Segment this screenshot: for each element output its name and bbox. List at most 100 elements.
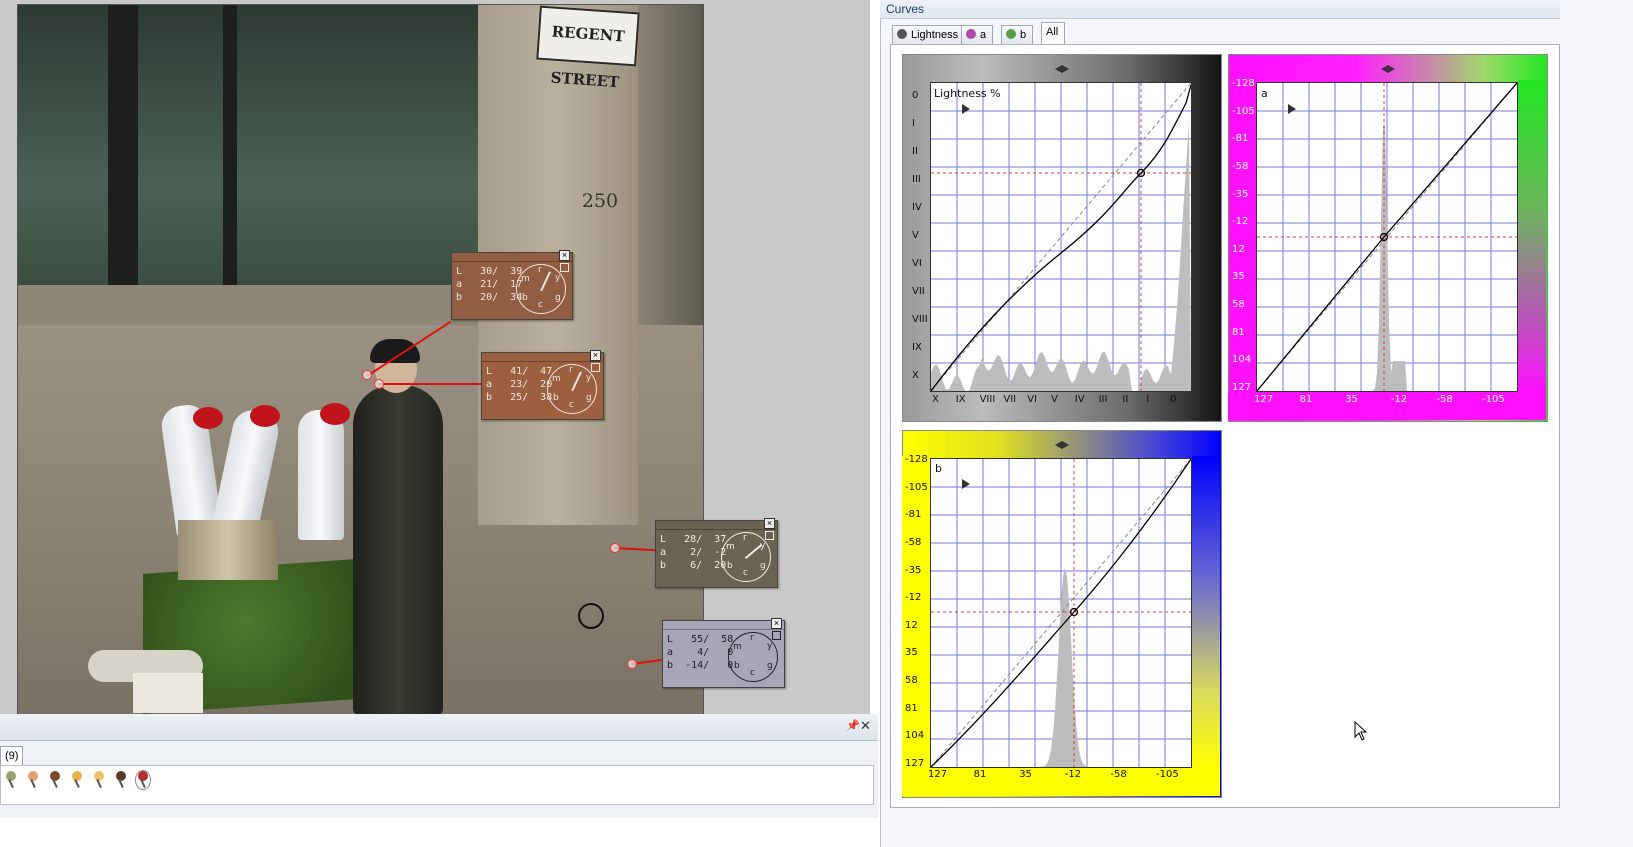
close-icon[interactable]: × xyxy=(590,350,601,361)
a-y-tick: 12 xyxy=(1232,243,1245,255)
a-y-tick: -105 xyxy=(1232,105,1255,117)
curve-plot xyxy=(931,459,1191,767)
tab-b[interactable]: b xyxy=(1001,25,1034,44)
picker-L-value: L 41/ 47 xyxy=(486,366,553,377)
b-x-tick: -58 xyxy=(1110,769,1127,780)
shop-window xyxy=(18,5,478,305)
tab-label: a xyxy=(980,29,987,41)
pin-icon[interactable] xyxy=(560,263,569,272)
color-pin-icon[interactable] xyxy=(114,771,128,789)
dial-letter: r xyxy=(743,533,747,543)
picker-titlebar[interactable]: × xyxy=(452,250,572,262)
a-y-tick: -35 xyxy=(1232,188,1249,200)
sample-point[interactable] xyxy=(362,370,372,380)
dial-letter: g xyxy=(767,661,773,671)
sample-point[interactable] xyxy=(627,659,637,669)
dial-letter: g xyxy=(586,393,592,403)
lightness-y-tick: 0 xyxy=(912,90,919,101)
color-pin-icon[interactable] xyxy=(48,771,62,789)
picker-titlebar[interactable]: × xyxy=(482,350,603,362)
lightness-x-tick: 0 xyxy=(1170,394,1177,405)
color-pin-icon[interactable] xyxy=(135,770,151,790)
play-icon[interactable] xyxy=(962,104,970,114)
tab-all[interactable]: All xyxy=(1041,22,1066,45)
a-y-tick: 35 xyxy=(1232,271,1245,283)
lightness-y-tick: X xyxy=(912,370,919,381)
dial-letter: b xyxy=(734,661,740,671)
b-y-tick: -12 xyxy=(905,592,922,604)
lightness-x-tick: IX xyxy=(955,394,966,405)
dial-letter: c xyxy=(538,300,543,310)
b-x-tick: -12 xyxy=(1064,769,1082,780)
color-picker-box[interactable]: × L 30/ 39 a 21/ 17 b 20/ 34 r y g c b m xyxy=(451,250,573,320)
color-picker-box[interactable]: × L 28/ 37 a 2/ -2 b 6/ 20 r y g c b m xyxy=(655,518,778,588)
curve-plot xyxy=(931,83,1191,391)
building-number: 250 xyxy=(581,190,619,212)
channel-icon xyxy=(966,29,976,39)
b-y-tick: 35 xyxy=(905,647,918,659)
lightness-x-tick: V xyxy=(1051,394,1058,405)
a-y-tick: -12 xyxy=(1232,216,1249,228)
color-picker-box[interactable]: × L 41/ 47 a 23/ 20 b 25/ 38 r y g c b m xyxy=(481,350,604,420)
b-y-tick: -58 xyxy=(905,536,922,548)
b-y-tick: -81 xyxy=(905,509,922,521)
close-icon[interactable]: ✕ xyxy=(860,718,871,734)
curve-channel-marker-icon[interactable] xyxy=(1055,62,1069,73)
play-icon[interactable] xyxy=(1288,104,1296,114)
pushpin-icon[interactable]: 📌 xyxy=(846,719,860,732)
lightness-curve-grid[interactable] xyxy=(930,82,1192,392)
close-icon[interactable]: × xyxy=(559,250,570,261)
hue-dial-icon: rygcbm xyxy=(728,632,778,682)
play-icon[interactable] xyxy=(962,479,970,489)
dial-letter: m xyxy=(726,542,735,552)
pin-icon[interactable] xyxy=(765,531,774,540)
color-pin-icon[interactable] xyxy=(70,771,84,789)
close-icon[interactable]: × xyxy=(764,518,775,529)
color-pin-icon[interactable] xyxy=(92,771,106,789)
a-curve-grid[interactable] xyxy=(1256,82,1518,392)
lightness-x-tick: III xyxy=(1098,394,1108,405)
color-pin-icon[interactable] xyxy=(4,771,18,789)
hue-dial-icon: rygcbm xyxy=(516,264,566,314)
box xyxy=(133,673,203,713)
b-y-tick: -35 xyxy=(905,564,922,576)
dial-letter: b xyxy=(553,393,559,403)
tab-a[interactable]: a xyxy=(961,25,994,44)
hue-dial-icon: rygcbm xyxy=(721,532,771,582)
a-y-tick: -128 xyxy=(1232,78,1255,89)
curve-channel-marker-icon[interactable] xyxy=(1055,438,1069,449)
a-x-tick: 35 xyxy=(1345,394,1358,405)
lightness-y-tick: I xyxy=(912,118,915,129)
picker-titlebar[interactable]: × xyxy=(656,518,777,530)
dial-letter: g xyxy=(555,293,561,303)
picker-a-value: a 4/ 0 xyxy=(667,647,734,658)
close-icon[interactable]: × xyxy=(771,618,782,629)
picker-list xyxy=(0,765,874,805)
lightness-x-tick: I xyxy=(1146,394,1150,405)
b-left-gradient xyxy=(902,456,930,768)
picker-L-value: L 30/ 39 xyxy=(456,266,523,277)
pin-icon[interactable] xyxy=(591,363,600,372)
sample-point[interactable] xyxy=(374,379,384,389)
rose xyxy=(193,407,223,429)
lightness-x-tick: II xyxy=(1122,394,1129,405)
tab-pickers[interactable]: (9) xyxy=(0,746,24,766)
picker-titlebar[interactable]: × xyxy=(663,618,784,630)
dial-letter: y xyxy=(767,641,773,651)
color-picker-box[interactable]: × L 55/ 58 a 4/ 0 b -14/ 0 r yg cbm xyxy=(662,618,785,688)
lightness-y-tick: VI xyxy=(912,258,922,269)
a-x-tick: -58 xyxy=(1436,394,1453,405)
b-curve-grid[interactable] xyxy=(930,458,1192,768)
sample-point[interactable] xyxy=(610,543,620,553)
curve-channel-marker-icon[interactable] xyxy=(1381,62,1395,73)
color-pin-icon[interactable] xyxy=(26,771,40,789)
picker-wire xyxy=(378,383,482,385)
tab-label: b xyxy=(1020,29,1027,41)
lightness-x-tick: VII xyxy=(1003,394,1017,405)
a-x-tick: 81 xyxy=(1299,394,1313,405)
b-y-tick: -128 xyxy=(905,454,928,465)
a-y-tick: -81 xyxy=(1232,133,1249,145)
pin-icon[interactable] xyxy=(772,631,781,640)
tab-lightness[interactable]: Lightness xyxy=(892,25,966,44)
picker-b-value: b 25/ 38 xyxy=(486,392,553,403)
